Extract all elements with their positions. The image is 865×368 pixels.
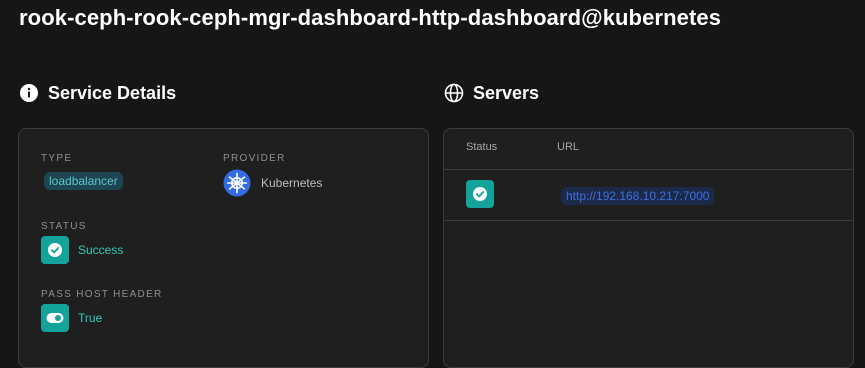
column-url: URL bbox=[557, 141, 580, 153]
kubernetes-logo bbox=[223, 169, 251, 197]
service-details-heading: Service Details bbox=[19, 80, 176, 106]
table-row[interactable]: http://192.168.10.217:7000 bbox=[444, 170, 853, 221]
page-title: rook-ceph-rook-ceph-mgr-dashboard-http-d… bbox=[19, 5, 722, 30]
status-label: STATUS bbox=[41, 221, 87, 232]
globe-icon bbox=[444, 83, 464, 103]
check-icon bbox=[48, 243, 62, 257]
servers-card: Status URL http://192.168.10.217:7000 bbox=[443, 128, 854, 368]
pass-host-header-value: True bbox=[41, 304, 102, 332]
type-label: TYPE bbox=[41, 153, 73, 164]
toggle-icon bbox=[46, 313, 64, 323]
pass-host-header-indicator bbox=[41, 304, 69, 332]
server-url-link[interactable]: http://192.168.10.217:7000 bbox=[561, 187, 715, 205]
column-status: Status bbox=[466, 141, 498, 153]
provider-value: Kubernetes bbox=[223, 169, 322, 197]
servers-table-header: Status URL bbox=[444, 129, 853, 170]
service-details-title: Service Details bbox=[48, 82, 177, 103]
status-value: Success bbox=[41, 236, 123, 264]
server-status-indicator bbox=[466, 180, 494, 208]
pass-host-header-label: PASS HOST HEADER bbox=[41, 289, 163, 300]
pass-host-header-text: True bbox=[78, 311, 103, 325]
provider-name: Kubernetes bbox=[261, 176, 323, 190]
servers-title: Servers bbox=[473, 82, 540, 103]
service-details-card: TYPE loadbalancer PROVIDER Kubernetes ST… bbox=[18, 128, 429, 368]
servers-heading: Servers bbox=[444, 80, 539, 106]
provider-label: PROVIDER bbox=[223, 153, 286, 164]
type-badge: loadbalancer bbox=[44, 172, 123, 190]
status-text: Success bbox=[78, 243, 124, 257]
check-icon bbox=[473, 187, 487, 201]
info-icon bbox=[20, 84, 38, 102]
status-indicator bbox=[41, 236, 69, 264]
